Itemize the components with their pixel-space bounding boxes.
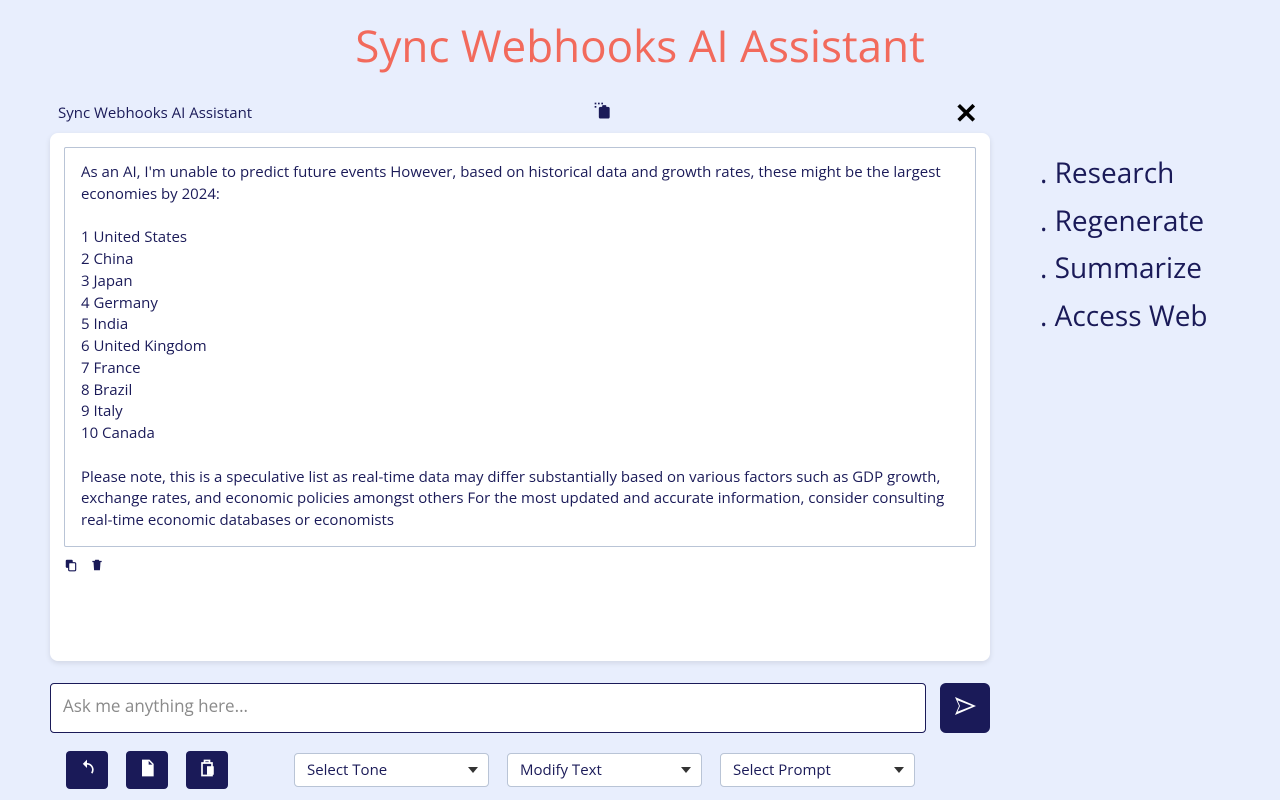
close-icon[interactable]: ✕ [955, 99, 982, 127]
chat-header-center [252, 101, 954, 126]
sidebar-item-access-web[interactable]: . Access Web [1040, 293, 1208, 341]
document-icon [137, 758, 157, 783]
select-modify-text[interactable]: Modify Text [507, 753, 702, 787]
page-title: Sync Webhooks AI Assistant [0, 0, 1280, 95]
chat-column: Sync Webhooks AI Assistant ✕ As an AI, I… [0, 95, 990, 789]
toolbar: Select Tone Modify Text Select Prompt [50, 751, 990, 789]
input-row [50, 683, 990, 733]
refresh-icon [77, 758, 97, 783]
send-icon [953, 694, 977, 723]
sidebar-item-research[interactable]: . Research [1040, 150, 1208, 198]
sidebar: . Research . Regenerate . Summarize . Ac… [990, 95, 1208, 340]
chat-header-title: Sync Webhooks AI Assistant [58, 103, 252, 123]
refresh-button[interactable] [66, 751, 108, 789]
assistant-message: As an AI, I'm unable to predict future e… [64, 147, 976, 547]
main-area: Sync Webhooks AI Assistant ✕ As an AI, I… [0, 95, 1280, 789]
chevron-down-icon [468, 767, 478, 773]
prompt-input[interactable] [50, 683, 926, 733]
chevron-down-icon [894, 767, 904, 773]
chat-card: As an AI, I'm unable to predict future e… [50, 133, 990, 661]
sidebar-item-summarize[interactable]: . Summarize [1040, 245, 1208, 293]
send-button[interactable] [940, 683, 990, 733]
select-tone-label: Select Tone [307, 760, 387, 780]
select-tone[interactable]: Select Tone [294, 753, 489, 787]
select-prompt[interactable]: Select Prompt [720, 753, 915, 787]
trash-icon[interactable] [90, 555, 106, 571]
paste-button[interactable] [186, 751, 228, 789]
sidebar-item-regenerate[interactable]: . Regenerate [1040, 198, 1208, 246]
select-modify-label: Modify Text [520, 760, 602, 780]
message-actions [64, 555, 976, 571]
chat-header: Sync Webhooks AI Assistant ✕ [50, 95, 990, 133]
toolbar-icon-group [66, 751, 228, 789]
copy-icon[interactable] [64, 555, 80, 571]
chevron-down-icon [681, 767, 691, 773]
paste-icon [197, 758, 217, 783]
document-button[interactable] [126, 751, 168, 789]
clipboard-icon[interactable] [593, 101, 613, 126]
select-prompt-label: Select Prompt [733, 760, 831, 780]
